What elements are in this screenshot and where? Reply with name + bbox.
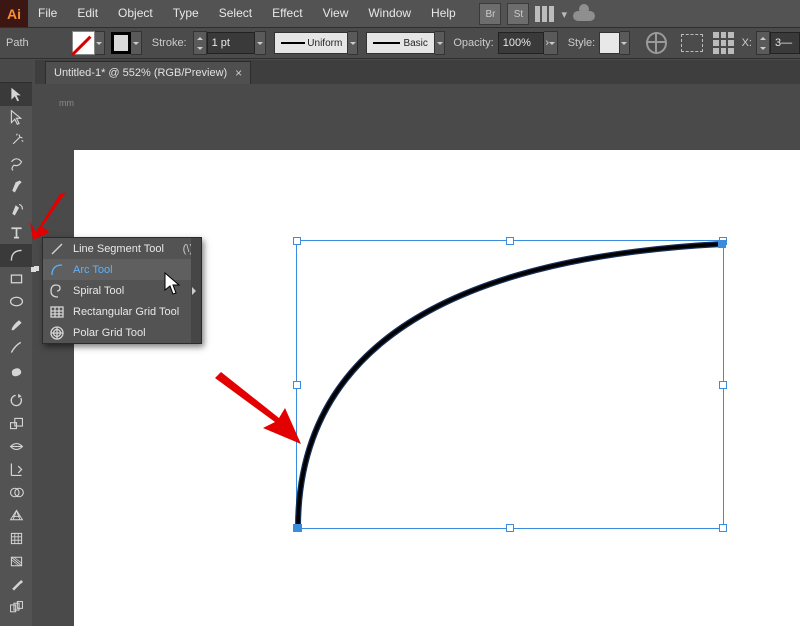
flyout-item-label: Polar Grid Tool	[73, 327, 146, 339]
tools-panel	[0, 60, 32, 626]
rectangular-grid-icon	[49, 305, 65, 319]
document-tab-close-icon[interactable]: ×	[235, 66, 242, 80]
document-tab[interactable]: Untitled-1* @ 552% (RGB/Preview) ×	[45, 61, 251, 84]
x-position-label: X:	[742, 37, 752, 49]
free-transform-tool[interactable]	[0, 458, 32, 481]
type-tool[interactable]	[0, 221, 32, 244]
arc-icon	[49, 263, 65, 277]
menu-help[interactable]: Help	[421, 0, 466, 27]
spiral-icon	[49, 284, 65, 298]
eyedropper-tool[interactable]	[0, 573, 32, 596]
lasso-tool[interactable]	[0, 152, 32, 175]
mesh-tool[interactable]	[0, 527, 32, 550]
menu-view[interactable]: View	[313, 0, 359, 27]
flyout-item-label: Rectangular Grid Tool	[73, 306, 179, 318]
recolor-artwork-icon[interactable]	[646, 32, 667, 54]
annotation-arrow-tool	[30, 192, 70, 242]
menu-file[interactable]: File	[28, 0, 67, 27]
tools-panel-header	[0, 60, 32, 83]
flyout-item-polar-grid[interactable]: Polar Grid Tool	[43, 322, 201, 343]
perspective-grid-tool[interactable]	[0, 504, 32, 527]
polar-grid-icon	[49, 326, 65, 340]
annotation-arrow-canvas	[205, 372, 305, 452]
app-logo-text: Ai	[7, 6, 21, 22]
stroke-weight-dropdown[interactable]	[255, 31, 266, 55]
arc-path[interactable]	[292, 236, 732, 536]
opacity-input[interactable]	[498, 32, 544, 54]
artboard[interactable]	[74, 150, 800, 626]
ellipse-tool[interactable]	[0, 290, 32, 313]
paintbrush-tool[interactable]	[0, 313, 32, 336]
variable-width-profile[interactable]: Uniform	[274, 32, 348, 54]
line-segment-tool[interactable]	[0, 244, 32, 267]
stroke-dropdown[interactable]	[131, 31, 141, 55]
x-position-stepper[interactable]	[756, 31, 800, 55]
document-tab-bar: Untitled-1* @ 552% (RGB/Preview) ×	[35, 60, 800, 84]
fill-swatch[interactable]	[72, 31, 94, 55]
bridge-button[interactable]: Br	[479, 3, 501, 25]
flyout-item-label: Spiral Tool	[73, 285, 124, 297]
graphic-style-swatch[interactable]	[599, 32, 620, 54]
brush-definition[interactable]: Basic	[366, 32, 435, 54]
magic-wand-tool[interactable]	[0, 129, 32, 152]
flyout-item-label: Arc Tool	[73, 264, 113, 276]
pencil-tool[interactable]	[0, 336, 32, 359]
direct-selection-tool[interactable]	[0, 106, 32, 129]
rectangle-tool[interactable]	[0, 267, 32, 290]
gradient-tool[interactable]	[0, 550, 32, 573]
variable-width-dropdown[interactable]	[348, 31, 358, 55]
menu-effect[interactable]: Effect	[262, 0, 312, 27]
line-tool-flyout: Line Segment Tool (\) Arc Tool Spiral To…	[42, 237, 202, 344]
stroke-weight-label: Stroke:	[152, 37, 187, 49]
brush-definition-dropdown[interactable]	[435, 31, 445, 55]
flyout-item-label: Line Segment Tool	[73, 243, 164, 255]
menu-right-cluster: Br St ▾	[479, 3, 595, 25]
stroke-weight-stepper[interactable]	[193, 31, 266, 55]
pen-tool[interactable]	[0, 175, 32, 198]
sync-settings-icon[interactable]	[573, 7, 595, 21]
transform-panel-icon[interactable]	[713, 32, 733, 54]
flyout-active-indicator	[34, 266, 39, 271]
blend-tool[interactable]	[0, 596, 32, 619]
selection-type-label: Path	[6, 37, 52, 49]
x-position-input[interactable]	[770, 32, 800, 54]
menu-window[interactable]: Window	[358, 0, 421, 27]
opacity-label: Opacity:	[453, 37, 493, 49]
flyout-tearoff-handle[interactable]	[191, 238, 201, 343]
scale-tool[interactable]	[0, 412, 32, 435]
arrange-documents-button[interactable]	[535, 6, 559, 22]
rotate-tool[interactable]	[0, 389, 32, 412]
blob-brush-tool[interactable]	[0, 359, 32, 382]
graphic-style-dropdown[interactable]	[620, 31, 630, 55]
width-tool[interactable]	[0, 435, 32, 458]
flyout-item-line-segment[interactable]: Line Segment Tool (\)	[43, 238, 201, 259]
stock-button[interactable]: St	[507, 3, 529, 25]
ruler-origin[interactable]: mm	[32, 84, 77, 109]
flyout-item-rectangular-grid[interactable]: Rectangular Grid Tool	[43, 301, 201, 322]
style-label: Style:	[568, 37, 596, 49]
menu-bar: Ai File Edit Object Type Select Effect V…	[0, 0, 800, 27]
workspace: mm	[32, 84, 800, 626]
document-tab-title: Untitled-1* @ 552% (RGB/Preview)	[54, 67, 227, 79]
stroke-swatch[interactable]	[111, 32, 131, 54]
line-segment-icon	[49, 242, 65, 256]
app-logo: Ai	[0, 0, 28, 27]
selection-tool[interactable]	[0, 83, 32, 106]
menu-object[interactable]: Object	[108, 0, 163, 27]
menu-select[interactable]: Select	[209, 0, 262, 27]
shape-builder-tool[interactable]	[0, 481, 32, 504]
curvature-tool[interactable]	[0, 198, 32, 221]
menu-type[interactable]: Type	[163, 0, 209, 27]
flyout-item-arc[interactable]: Arc Tool	[43, 259, 201, 280]
control-bar: Path Stroke: Uniform Basic Opacity: › St…	[0, 27, 800, 59]
align-panel-icon[interactable]	[681, 34, 703, 52]
menu-edit[interactable]: Edit	[67, 0, 108, 27]
fill-dropdown[interactable]	[95, 31, 105, 55]
opacity-dropdown[interactable]: ›	[544, 31, 558, 55]
flyout-item-spiral[interactable]: Spiral Tool	[43, 280, 201, 301]
stroke-weight-input[interactable]	[207, 32, 255, 54]
